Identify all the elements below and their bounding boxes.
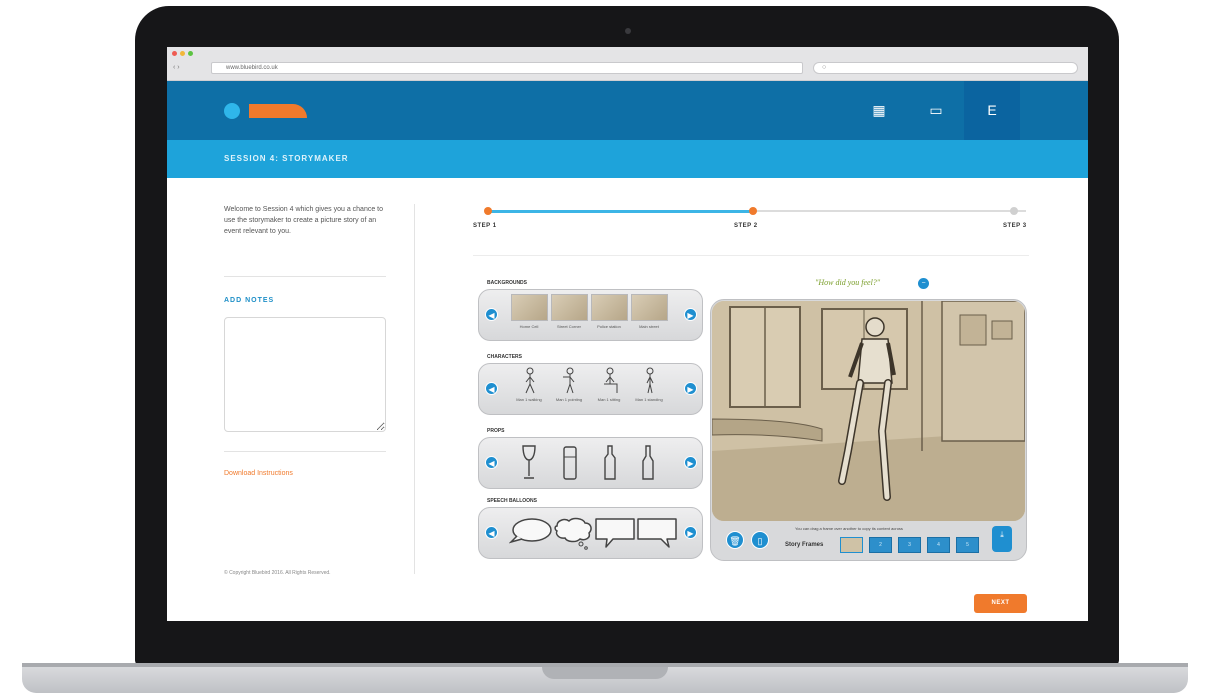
story-frame-5[interactable]: 5 <box>956 537 979 553</box>
balloons-next-button[interactable]: ▶ <box>684 526 697 539</box>
new-frame-button[interactable]: ▯ <box>751 531 769 549</box>
site-header: ▦ ▭ E <box>167 81 1088 140</box>
background-thumb-main-street[interactable] <box>631 294 668 321</box>
speech-bubble-box-icon[interactable] <box>593 516 637 550</box>
props-label: PROPS <box>487 428 505 434</box>
download-instructions-link[interactable]: Download Instructions <box>224 470 293 477</box>
frame-hint: You can drag a frame over another to cop… <box>795 526 903 531</box>
step-3-label: STEP 3 <box>1003 223 1027 229</box>
background-thumb-home-cell[interactable] <box>511 294 548 321</box>
characters-panel: ◀ Man 1 walking Man 1 pointing Man 1 sit… <box>478 363 703 415</box>
column-divider <box>414 204 415 574</box>
character-caption: Man 1 walking <box>516 397 542 402</box>
session-bar: SESSION 4: STORYMAKER <box>167 140 1088 178</box>
browser-chrome: ‹ › www.bluebird.co.uk ○ <box>167 47 1088 81</box>
window-controls <box>172 51 193 56</box>
background-thumb-police-station[interactable] <box>591 294 628 321</box>
character-caption: Man 1 standing <box>635 397 663 402</box>
background-caption: Home Cell <box>519 324 539 329</box>
character-sitting-icon[interactable] <box>599 367 621 395</box>
character-walking-icon[interactable] <box>519 367 541 395</box>
step-1-label: STEP 1 <box>473 223 497 229</box>
progress-fill <box>489 210 753 213</box>
laptop-mockup: ‹ › www.bluebird.co.uk ○ ▦ ▭ E SESSION 4… <box>0 0 1210 696</box>
background-thumb-street-corner[interactable] <box>551 294 588 321</box>
story-frame-4[interactable]: 4 <box>927 537 950 553</box>
screen: ‹ › www.bluebird.co.uk ○ ▦ ▭ E SESSION 4… <box>167 47 1088 621</box>
bottle-icon[interactable] <box>601 444 619 482</box>
logo-mark[interactable] <box>224 103 240 119</box>
wine-glass-icon[interactable] <box>519 444 539 482</box>
divider <box>473 255 1029 256</box>
characters-next-button[interactable]: ▶ <box>684 382 697 395</box>
character-standing-icon[interactable] <box>639 367 661 395</box>
notes-textarea[interactable] <box>224 317 386 432</box>
story-frame-1[interactable]: 1 <box>840 537 863 553</box>
character-caption: Man 1 sitting <box>597 397 621 402</box>
copyright-text: © Copyright Bluebird 2016. All Rights Re… <box>224 570 331 576</box>
minimize-window-button[interactable] <box>180 51 185 56</box>
balloons-prev-button[interactable]: ◀ <box>485 526 498 539</box>
scene-prompt: "How did you feel?" <box>815 278 881 287</box>
character-caption: Man 1 pointing <box>555 397 583 402</box>
close-window-button[interactable] <box>172 51 177 56</box>
background-caption: Main street <box>639 324 659 329</box>
step-2-label: STEP 2 <box>734 223 758 229</box>
thought-bubble-icon[interactable] <box>551 516 595 550</box>
backgrounds-next-button[interactable]: ▶ <box>684 308 697 321</box>
page-title: SESSION 4: STORYMAKER <box>224 154 349 163</box>
download-story-button[interactable]: ⤓ <box>992 526 1012 552</box>
speech-bubble-box-right-icon[interactable] <box>635 516 679 550</box>
balloons-label: SPEECH BALLOONS <box>487 498 538 504</box>
delete-frame-button[interactable]: 🗑 <box>726 531 744 549</box>
intro-text: Welcome to Session 4 which gives you a c… <box>224 206 384 235</box>
step-3-marker[interactable] <box>1010 207 1018 215</box>
story-frames-label: Story Frames <box>785 542 824 548</box>
background-caption: Police station <box>597 324 621 329</box>
divider <box>224 276 386 277</box>
balloons-panel: ◀ ▶ <box>478 507 703 559</box>
backgrounds-label: BACKGROUNDS <box>487 280 527 286</box>
maximize-window-button[interactable] <box>188 51 193 56</box>
wine-bottle-icon[interactable] <box>639 444 657 482</box>
next-button[interactable]: NEXT <box>974 594 1027 613</box>
characters-prev-button[interactable]: ◀ <box>485 382 498 395</box>
divider <box>224 451 386 452</box>
speech-bubble-oval-icon[interactable] <box>509 516 553 550</box>
step-1-marker[interactable] <box>484 207 492 215</box>
logo-wordmark[interactable] <box>249 104 307 118</box>
story-frame-3[interactable]: 3 <box>898 537 921 553</box>
browser-search-field[interactable]: ○ <box>813 62 1078 74</box>
character-pointing-icon[interactable] <box>559 367 581 395</box>
notes-heading: ADD NOTES <box>224 297 275 304</box>
story-frame-2[interactable]: 2 <box>869 537 892 553</box>
can-icon[interactable] <box>561 444 579 482</box>
laptop-notch <box>542 667 668 679</box>
scene-illustration <box>712 301 1025 521</box>
grid-icon[interactable]: ▦ <box>851 81 907 140</box>
back-forward-buttons[interactable]: ‹ › <box>173 64 180 71</box>
characters-label: CHARACTERS <box>487 354 522 360</box>
edit-prompt-button[interactable]: − <box>918 278 929 289</box>
address-bar[interactable]: www.bluebird.co.uk <box>211 62 803 74</box>
props-panel: ◀ ▶ <box>478 437 703 489</box>
webcam <box>625 28 631 34</box>
story-canvas[interactable] <box>712 301 1025 521</box>
step-2-marker[interactable] <box>749 207 757 215</box>
book-icon[interactable]: ▭ <box>908 81 964 140</box>
props-next-button[interactable]: ▶ <box>684 456 697 469</box>
menu-icon[interactable]: E <box>964 81 1020 140</box>
backgrounds-panel: ◀ Home Cell Street Corner Police station… <box>478 289 703 341</box>
background-caption: Street Corner <box>556 324 581 329</box>
backgrounds-prev-button[interactable]: ◀ <box>485 308 498 321</box>
props-prev-button[interactable]: ◀ <box>485 456 498 469</box>
search-icon: ○ <box>822 64 827 71</box>
